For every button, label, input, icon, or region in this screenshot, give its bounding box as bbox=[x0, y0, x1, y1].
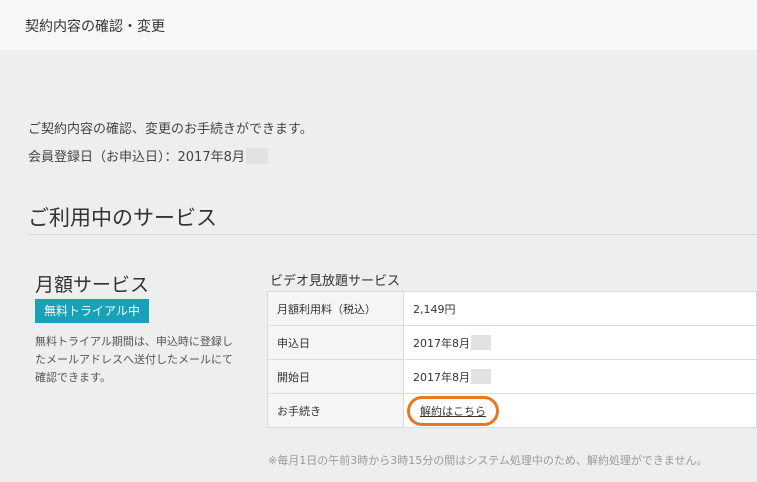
row-label: 月額利用料（税込） bbox=[267, 291, 404, 326]
table-row: お手続き 解約はこちら bbox=[267, 393, 757, 428]
cancel-link[interactable]: 解約はこちら bbox=[420, 405, 486, 418]
intro-description: ご契約内容の確認、変更のお手続きができます。 bbox=[28, 122, 313, 137]
maintenance-footnote: ※毎月1日の午前3時から3時15分の間はシステム処理中のため、解約処理ができませ… bbox=[268, 454, 708, 467]
table-row: 開始日 2017年8月 bbox=[267, 359, 757, 394]
registration-date: 会員登録日（お申込日）：2017年8月 bbox=[28, 146, 268, 165]
service-details-table: 月額利用料（税込） 2,149円 申込日 2017年8月 開始日 2017年8月… bbox=[267, 291, 757, 428]
table-row: 申込日 2017年8月 bbox=[267, 325, 757, 360]
start-date-cell: 2017年8月 bbox=[403, 359, 757, 394]
table-row: 月額利用料（税込） 2,149円 bbox=[267, 291, 757, 326]
trial-status-badge: 無料トライアル中 bbox=[35, 299, 149, 323]
plan-name: 月額サービス bbox=[35, 274, 150, 296]
section-title: ご利用中のサービス bbox=[28, 206, 217, 230]
cancel-highlight-circle: 解約はこちら bbox=[407, 395, 499, 426]
row-label: 開始日 bbox=[267, 359, 404, 394]
section-divider bbox=[28, 234, 757, 235]
monthly-fee-value: 2,149円 bbox=[403, 291, 757, 326]
row-label: 申込日 bbox=[267, 325, 404, 360]
redacted-block bbox=[245, 148, 268, 164]
application-date-cell: 2017年8月 bbox=[403, 325, 757, 360]
page-header: 契約内容の確認・変更 bbox=[0, 0, 757, 50]
start-date-value: 2017年8月 bbox=[413, 370, 470, 384]
trial-note: 無料トライアル期間は、申込時に登録したメールアドレスへ送付したメールにて確認でき… bbox=[35, 335, 233, 384]
service-title: ビデオ見放題サービス bbox=[270, 274, 401, 289]
registration-date-text: 会員登録日（お申込日）：2017年8月 bbox=[28, 150, 245, 165]
redacted-block bbox=[471, 334, 491, 350]
application-date-value: 2017年8月 bbox=[413, 336, 470, 350]
page-title: 契約内容の確認・変更 bbox=[25, 19, 165, 35]
procedure-cell: 解約はこちら bbox=[403, 393, 757, 428]
redacted-block bbox=[471, 368, 491, 384]
row-label: お手続き bbox=[267, 393, 404, 428]
